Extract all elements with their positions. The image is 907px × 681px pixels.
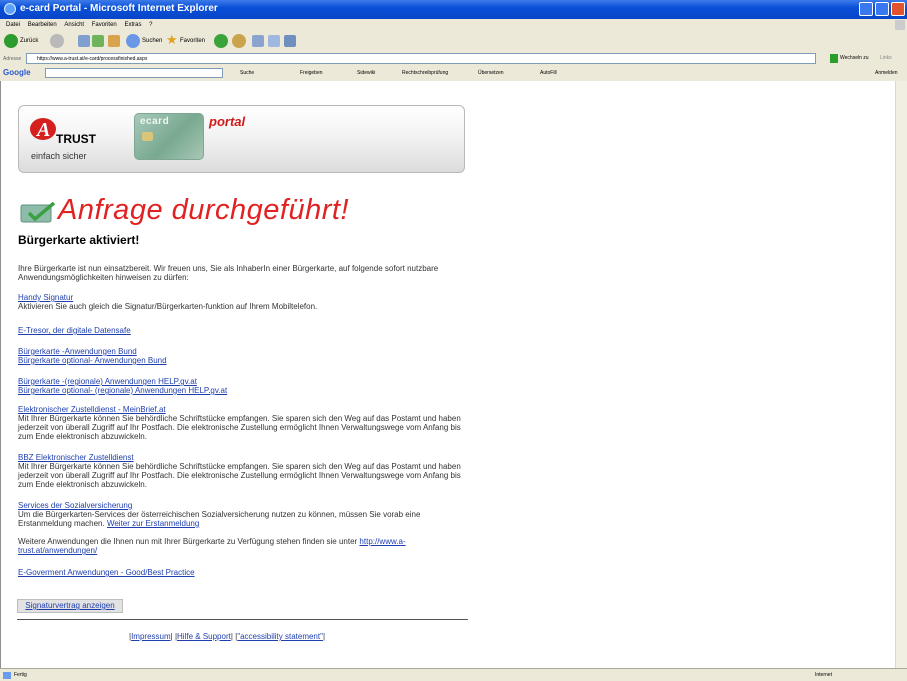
status-bar: Fertig Internet — [0, 668, 907, 681]
a-trust-logo-icon: A — [30, 118, 56, 141]
portal-label: portal — [209, 114, 246, 129]
edit-icon[interactable] — [268, 35, 280, 47]
google-signin[interactable]: Anmelden — [875, 70, 898, 76]
page-done-icon — [3, 672, 11, 679]
google-sidewiki[interactable]: Sidewiki — [357, 70, 375, 76]
help-optional-link[interactable]: Bürgerkarte optional- (regionale) Anwend… — [18, 386, 227, 395]
ecard-image: ecard — [134, 113, 204, 160]
address-bar: Adresse https://www.a-trust.at/e-card/pr… — [0, 52, 907, 67]
favorites-button-label[interactable]: Favoriten — [180, 34, 205, 48]
help-link[interactable]: Bürgerkarte -(regionale) Anwendungen HEL… — [18, 377, 197, 386]
menu-bearbeiten[interactable]: Bearbeiten — [28, 19, 57, 31]
google-search-input[interactable] — [45, 68, 223, 78]
zustelldienst-link[interactable]: Elektronischer Zustelldienst - MeinBrief… — [18, 405, 166, 414]
etresor-link[interactable]: E-Tresor, der digitale Datensafe — [18, 326, 131, 335]
handy-signatur-link[interactable]: Handy Signatur — [18, 293, 73, 302]
close-button[interactable] — [891, 2, 905, 16]
window-title: e-card Portal - Microsoft Internet Explo… — [20, 3, 218, 14]
ie-icon — [4, 3, 16, 15]
windows-flag-icon — [895, 20, 905, 30]
footer-links: |Impressum| |Hilfe & Support| |"accessib… — [129, 632, 326, 641]
menu-help[interactable]: ? — [149, 19, 152, 31]
intro-text: Ihre Bürgerkarte ist nun einsatzbereit. … — [18, 264, 439, 282]
print-icon[interactable] — [252, 35, 264, 47]
google-uebersetzen[interactable]: Übersetzen — [478, 70, 504, 76]
window-titlebar: e-card Portal - Microsoft Internet Explo… — [0, 0, 907, 19]
portal-banner: A TRUST einfach sicher ecard portal — [18, 105, 465, 173]
bbz-link[interactable]: BBZ Elektronischer Zustelldienst — [18, 453, 134, 462]
bund-link[interactable]: Bürgerkarte -Anwendungen Bund — [18, 347, 137, 356]
search-icon[interactable] — [126, 34, 140, 48]
home-icon[interactable] — [108, 35, 120, 47]
google-rechtschreib[interactable]: Rechtschreibprüfung — [402, 70, 448, 76]
bund-optional-link[interactable]: Bürgerkarte optional- Anwendungen Bund — [18, 356, 167, 365]
address-label: Adresse — [3, 56, 22, 62]
google-toolbar: Google Suche Freigeben Sidewiki Rechtsch… — [0, 66, 907, 82]
svg-text:A: A — [35, 119, 50, 141]
sozialversicherung-text: Um die Bürgerkarten-Services der österre… — [18, 510, 466, 528]
page-headline: Anfrage durchgeführt! — [58, 194, 350, 226]
vertical-scrollbar[interactable] — [895, 81, 907, 668]
google-suche[interactable]: Suche — [240, 70, 254, 76]
menu-datei[interactable]: Datei — [6, 19, 20, 31]
internet-zone-label: Internet — [815, 672, 832, 678]
status-text: Fertig — [14, 672, 27, 678]
bbz-text: Mit Ihrer Bürgerkarte können Sie behördl… — [18, 462, 461, 489]
forward-arrow-icon[interactable] — [50, 34, 64, 48]
back-button-label[interactable]: Zurück — [20, 34, 38, 48]
chip-icon — [142, 132, 153, 141]
weitere-anwendungen-body: Weitere Anwendungen die Ihnen nun mit Ih… — [18, 537, 358, 546]
maximize-button[interactable] — [875, 2, 889, 16]
google-logo: Google — [3, 68, 31, 77]
page-content: A TRUST einfach sicher ecard portal Anfr… — [0, 81, 895, 668]
back-arrow-icon[interactable] — [4, 34, 18, 48]
minimize-button[interactable] — [859, 2, 873, 16]
weitere-anwendungen-text: Weitere Anwendungen die Ihnen nun mit Ih… — [18, 537, 466, 555]
menu-bar: Datei Bearbeiten Ansicht Favoriten Extra… — [0, 19, 907, 31]
menu-favoriten[interactable]: Favoriten — [92, 19, 117, 31]
egov-link[interactable]: E-Goverment Anwendungen - Good/Best Prac… — [18, 568, 195, 577]
standard-toolbar: Zurück Suchen ★ Favoriten — [0, 31, 907, 53]
history-icon[interactable] — [214, 34, 228, 48]
signaturvertrag-button[interactable]: Signaturvertrag anzeigen — [17, 599, 123, 613]
page-subheading: Bürgerkarte aktiviert! — [18, 233, 140, 247]
stop-icon[interactable] — [78, 35, 90, 47]
handy-signatur-text: Aktivieren Sie auch gleich die Signatur/… — [18, 302, 318, 311]
sozialversicherung-text-body: Um die Bürgerkarten-Services der österre… — [18, 510, 421, 528]
ecard-text: ecard — [140, 116, 170, 127]
address-field[interactable]: https://www.a-trust.at/e-card/processfin… — [26, 53, 816, 64]
google-autofill[interactable]: AutoFill — [540, 70, 557, 76]
card-check-icon — [20, 202, 56, 223]
links-label[interactable]: Links — [880, 55, 892, 61]
footer-divider — [17, 619, 468, 620]
sozialversicherung-link[interactable]: Services der Sozialversicherung — [18, 501, 132, 510]
menu-ansicht[interactable]: Ansicht — [64, 19, 84, 31]
go-arrow-icon[interactable] — [830, 54, 838, 63]
refresh-icon[interactable] — [92, 35, 104, 47]
accessibility-link[interactable]: "accessibility statement" — [237, 632, 323, 641]
go-button-label[interactable]: Wechseln zu — [840, 55, 869, 61]
logo-tagline: einfach sicher — [31, 151, 87, 161]
logo-trust-text: TRUST — [56, 132, 96, 146]
impressum-link[interactable]: Impressum — [131, 632, 171, 641]
zustelldienst-text: Mit Ihrer Bürgerkarte können Sie behördl… — [18, 414, 461, 441]
mail-icon[interactable] — [232, 34, 246, 48]
hilfe-support-link[interactable]: Hilfe & Support — [177, 632, 231, 641]
erstanmeldung-link[interactable]: Weiter zur Erstanmeldung — [107, 519, 199, 528]
menu-extras[interactable]: Extras — [124, 19, 141, 31]
messenger-icon[interactable] — [284, 35, 296, 47]
search-button-label[interactable]: Suchen — [142, 34, 162, 48]
favorites-star-icon[interactable]: ★ — [166, 33, 178, 48]
google-freigeben[interactable]: Freigeben — [300, 70, 323, 76]
